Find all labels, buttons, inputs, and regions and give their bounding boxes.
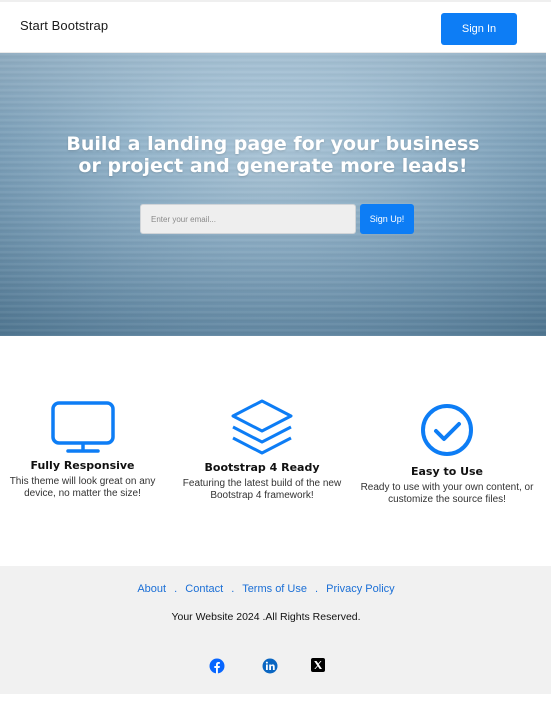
- monitor-icon: [0, 400, 165, 459]
- feature-responsive: Fully Responsive This theme will look gr…: [0, 400, 165, 500]
- facebook-icon[interactable]: [209, 658, 225, 674]
- feature-text: Featuring the latest build of the new Bo…: [182, 478, 342, 501]
- feature-bootstrap: Bootstrap 4 Ready Featuring the latest b…: [172, 398, 352, 502]
- brand-link[interactable]: Start Bootstrap: [20, 18, 108, 33]
- bottom-strip: [0, 694, 551, 705]
- footer-link-contact[interactable]: Contact: [185, 583, 223, 595]
- feature-text: This theme will look great on any device…: [9, 476, 156, 499]
- hero-title-line-2: or project and generate more leads!: [78, 155, 468, 177]
- sign-in-button[interactable]: Sign In: [441, 13, 517, 45]
- feature-text: Ready to use with your own content, or c…: [360, 482, 534, 505]
- footer-link-about[interactable]: About: [137, 583, 166, 595]
- email-input[interactable]: [140, 204, 356, 234]
- feature-title: Easy to Use: [410, 465, 484, 478]
- feature-title: Fully Responsive: [30, 459, 135, 472]
- footer-separator: .: [315, 583, 319, 595]
- feature-title: Bootstrap 4 Ready: [204, 461, 320, 474]
- hero-section: Build a landing page for your business o…: [0, 53, 546, 336]
- linkedin-icon[interactable]: [262, 658, 278, 674]
- footer-separator: .: [231, 583, 235, 595]
- hero-background-image: [0, 53, 546, 336]
- footer-link-terms[interactable]: Terms of Use: [242, 583, 307, 595]
- copyright-text: Your Website 2024 .All Rights Reserved.: [171, 611, 361, 623]
- footer-link-privacy[interactable]: Privacy Policy: [326, 583, 394, 595]
- hero-title-line-1: Build a landing page for your business: [66, 133, 480, 155]
- footer: About . Contact . Terms of Use . Privacy…: [0, 566, 551, 694]
- check-circle-icon: [355, 404, 539, 465]
- hero-title: Build a landing page for your business o…: [40, 133, 506, 177]
- x-icon[interactable]: [311, 658, 327, 674]
- layers-icon: [172, 398, 352, 461]
- footer-separator: .: [174, 583, 178, 595]
- navbar: Start Bootstrap Sign In: [0, 2, 546, 53]
- footer-links: About . Contact . Terms of Use . Privacy…: [0, 583, 532, 595]
- sign-up-button[interactable]: Sign Up!: [360, 204, 414, 234]
- feature-easy: Easy to Use Ready to use with your own c…: [355, 404, 539, 506]
